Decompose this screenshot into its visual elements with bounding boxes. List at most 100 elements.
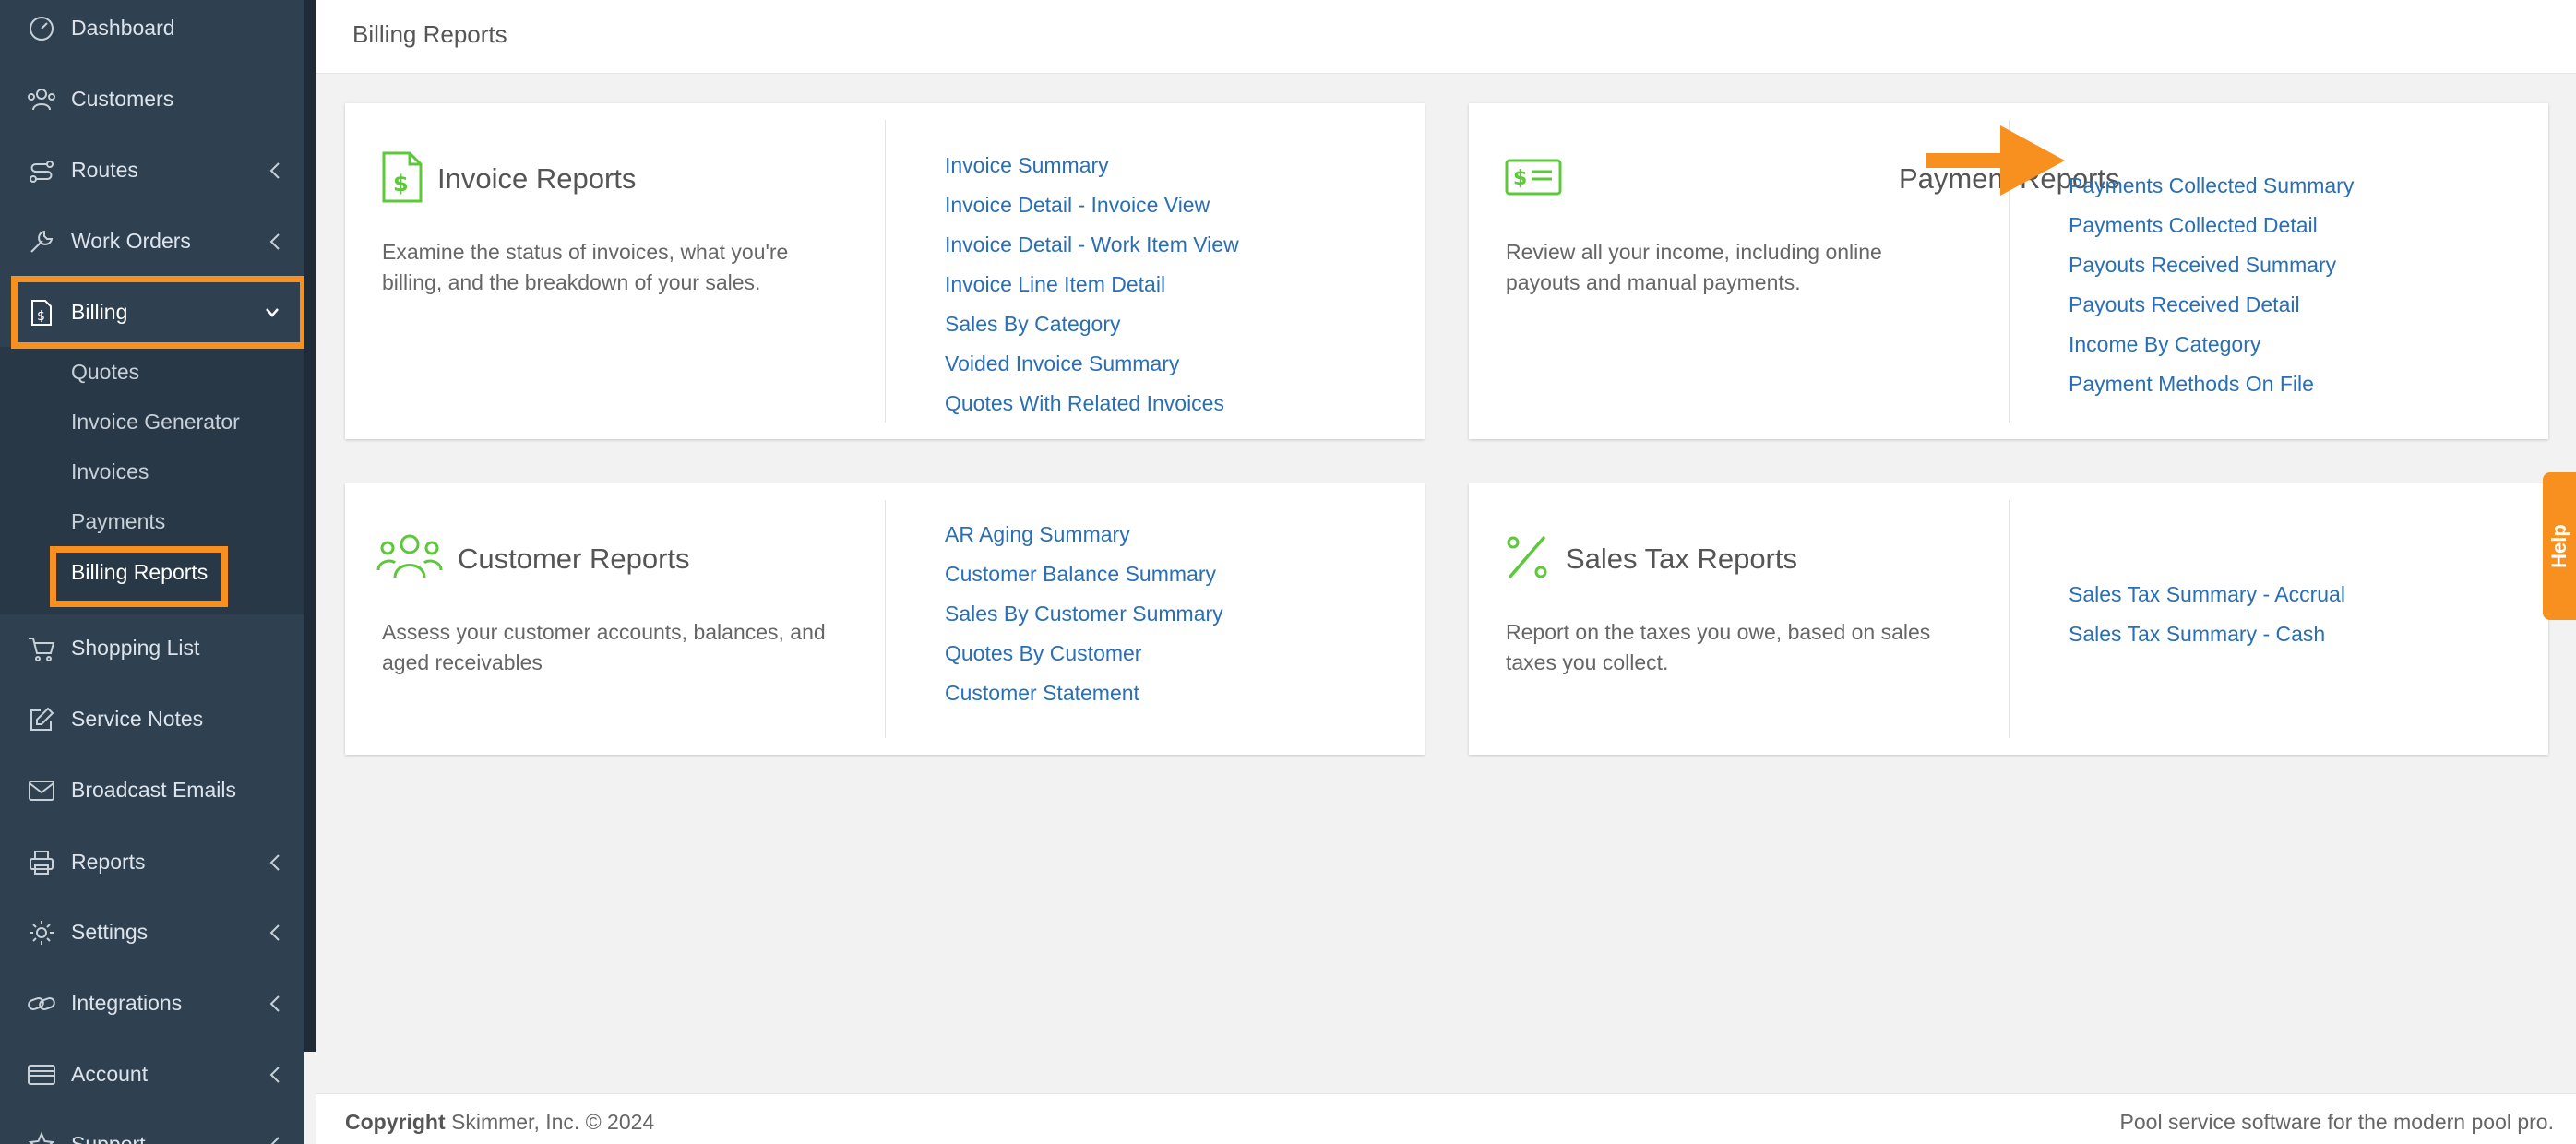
sidebar-item-label: Service Notes <box>71 707 204 731</box>
link-payments-collected-summary[interactable]: Payments Collected Summary <box>2069 166 2354 206</box>
card-title: Customer Reports <box>458 542 690 575</box>
link-invoice-detail-work-item-view[interactable]: Invoice Detail - Work Item View <box>945 225 1239 265</box>
cart-icon <box>26 633 57 664</box>
link-invoice-summary[interactable]: Invoice Summary <box>945 146 1239 185</box>
svg-text:$: $ <box>1513 167 1527 190</box>
submenu-item-quotes[interactable]: Quotes <box>71 360 139 385</box>
invoice-report-links: Invoice Summary Invoice Detail - Invoice… <box>945 146 1239 423</box>
tagline: Pool service software for the modern poo… <box>2119 1110 2554 1134</box>
users-icon <box>376 534 443 578</box>
sidebar-item-label: Customers <box>71 87 174 111</box>
sidebar-item-work-orders[interactable]: Work Orders <box>0 206 304 277</box>
chevron-left-icon <box>269 924 280 941</box>
sidebar-item-reports[interactable]: Reports <box>0 827 304 898</box>
link-payouts-received-summary[interactable]: Payouts Received Summary <box>2069 245 2354 285</box>
link-sales-tax-summary-cash[interactable]: Sales Tax Summary - Cash <box>2069 614 2345 654</box>
link-sales-by-customer-summary[interactable]: Sales By Customer Summary <box>945 594 1223 634</box>
help-button[interactable]: Help <box>2543 472 2576 620</box>
link-invoice-detail-invoice-view[interactable]: Invoice Detail - Invoice View <box>945 185 1239 225</box>
arrow-annotation-icon <box>1926 125 2065 196</box>
invoice-dollar-icon: $ <box>382 151 423 203</box>
edit-icon <box>26 704 57 735</box>
copyright-text: Skimmer, Inc. © 2024 <box>445 1110 655 1134</box>
sidebar-item-label: Work Orders <box>71 229 191 253</box>
invoice-reports-card: $ Invoice Reports Examine the status of … <box>345 103 1425 439</box>
money-bill-icon: $ <box>1505 159 1562 196</box>
card-title: Invoice Reports <box>437 162 637 195</box>
credit-card-icon <box>26 1059 57 1090</box>
highlight-billing-reports <box>50 546 228 607</box>
svg-text:$: $ <box>393 171 409 197</box>
sidebar-item-integrations[interactable]: Integrations <box>0 968 304 1039</box>
sales-tax-report-links: Sales Tax Summary - Accrual Sales Tax Su… <box>2069 575 2345 654</box>
chevron-left-icon <box>269 161 280 179</box>
chevron-left-icon <box>269 995 280 1012</box>
sidebar-item-label: Routes <box>71 158 138 182</box>
route-icon <box>26 155 57 186</box>
sidebar-item-customers[interactable]: Customers <box>0 64 304 135</box>
sidebar-item-broadcast-emails[interactable]: Broadcast Emails <box>0 755 304 826</box>
sidebar: Dashboard Customers Routes Work Orders $… <box>0 0 306 1144</box>
link-customer-statement[interactable]: Customer Statement <box>945 673 1223 713</box>
printer-icon <box>26 847 57 878</box>
link-income-by-category[interactable]: Income By Category <box>2069 325 2354 364</box>
sidebar-item-label: Broadcast Emails <box>71 778 236 802</box>
star-icon <box>26 1129 57 1144</box>
percent-icon <box>1507 535 1547 579</box>
card-divider <box>2009 500 2010 738</box>
sidebar-item-dashboard[interactable]: Dashboard <box>0 0 304 64</box>
chevron-left-icon <box>269 232 280 250</box>
customer-report-links: AR Aging Summary Customer Balance Summar… <box>945 515 1223 713</box>
link-payouts-received-detail[interactable]: Payouts Received Detail <box>2069 285 2354 325</box>
page-title: Billing Reports <box>352 20 507 48</box>
link-voided-invoice-summary[interactable]: Voided Invoice Summary <box>945 344 1239 384</box>
sidebar-item-label: Dashboard <box>71 16 175 40</box>
link-customer-balance-summary[interactable]: Customer Balance Summary <box>945 554 1223 594</box>
link-sales-tax-summary-accrual[interactable]: Sales Tax Summary - Accrual <box>2069 575 2345 614</box>
envelope-icon <box>26 775 57 806</box>
card-description: Review all your income, including online… <box>1506 240 1882 294</box>
submenu-item-payments[interactable]: Payments <box>71 509 165 534</box>
sidebar-item-label: Account <box>71 1062 149 1086</box>
link-quotes-with-related-invoices[interactable]: Quotes With Related Invoices <box>945 384 1239 423</box>
help-label: Help <box>2547 524 2570 568</box>
link-sales-by-category[interactable]: Sales By Category <box>945 304 1239 344</box>
main-content: Billing Reports $ Invoice Reports Examin… <box>316 0 2576 1144</box>
sidebar-item-shopping-list[interactable]: Shopping List <box>0 613 304 684</box>
sidebar-item-routes[interactable]: Routes <box>0 135 304 206</box>
chevron-left-icon <box>269 853 280 871</box>
link-payments-collected-detail[interactable]: Payments Collected Detail <box>2069 206 2354 245</box>
sidebar-item-account[interactable]: Account <box>0 1039 304 1110</box>
chevron-left-icon <box>270 1136 280 1144</box>
chevron-left-icon <box>269 1066 280 1083</box>
submenu-item-invoices[interactable]: Invoices <box>71 459 149 484</box>
link-ar-aging-summary[interactable]: AR Aging Summary <box>945 515 1223 554</box>
copyright-label: Copyright <box>345 1110 446 1134</box>
sidebar-scrollbar[interactable] <box>304 0 316 1052</box>
card-divider <box>885 120 886 423</box>
link-invoice-line-item-detail[interactable]: Invoice Line Item Detail <box>945 265 1239 304</box>
card-divider <box>885 500 886 738</box>
sidebar-item-support[interactable]: Support <box>0 1109 304 1144</box>
sidebar-item-label: Integrations <box>71 991 183 1015</box>
page-header: Billing Reports <box>316 0 2576 74</box>
card-description: Report on the taxes you owe, based on sa… <box>1506 620 1931 674</box>
sidebar-item-label: Shopping List <box>71 636 200 660</box>
link-icon <box>26 988 57 1019</box>
sales-tax-reports-card: Sales Tax Reports Report on the taxes yo… <box>1469 483 2548 755</box>
customer-reports-card: Customer Reports Assess your customer ac… <box>345 483 1425 755</box>
sidebar-item-label: Reports <box>71 850 146 874</box>
sidebar-item-service-notes[interactable]: Service Notes <box>0 684 304 755</box>
dashboard-icon <box>26 13 57 44</box>
sidebar-item-settings[interactable]: Settings <box>0 897 304 968</box>
link-quotes-by-customer[interactable]: Quotes By Customer <box>945 634 1223 673</box>
card-description: Examine the status of invoices, what you… <box>382 240 789 294</box>
link-payment-methods-on-file[interactable]: Payment Methods On File <box>2069 364 2354 404</box>
users-icon <box>26 84 57 115</box>
submenu-item-invoice-generator[interactable]: Invoice Generator <box>71 410 240 435</box>
highlight-billing <box>11 276 306 349</box>
wrench-icon <box>26 226 57 257</box>
card-description: Assess your customer accounts, balances,… <box>382 620 826 674</box>
footer: Copyright Skimmer, Inc. © 2024 Pool serv… <box>316 1093 2576 1144</box>
sidebar-item-label: Support <box>71 1132 146 1144</box>
